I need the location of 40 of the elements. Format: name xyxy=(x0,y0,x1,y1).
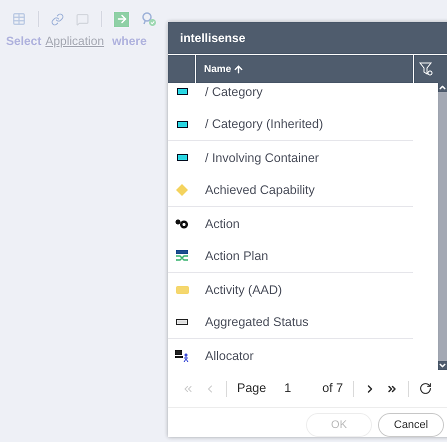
refresh-icon[interactable] xyxy=(419,382,432,396)
page-count: of 7 xyxy=(322,380,344,398)
item-label: / Category (Inherited) xyxy=(205,116,324,133)
scroll-down-icon[interactable] xyxy=(438,361,447,370)
search-check-icon[interactable] xyxy=(141,11,157,27)
box-icon xyxy=(176,88,188,96)
item-label: Activity (AAD) xyxy=(205,282,282,299)
list-item[interactable]: Action Plan xyxy=(168,240,413,274)
list-item[interactable]: / Involving Container xyxy=(168,141,413,174)
page-label: Page xyxy=(237,380,266,398)
item-label: Action Plan xyxy=(205,248,268,265)
page-input[interactable]: 1 xyxy=(276,379,312,398)
item-label: Action xyxy=(205,216,240,232)
list-item[interactable]: / Category xyxy=(168,83,413,108)
list-item[interactable]: Achieved Capability xyxy=(168,174,413,208)
list-item[interactable]: / Category (Inherited) xyxy=(168,108,413,142)
item-label: Allocator xyxy=(205,348,254,364)
plan-icon xyxy=(176,250,188,262)
dialog-title: intellisense xyxy=(168,22,447,54)
diamond-icon xyxy=(176,184,188,196)
item-label: Aggregated Status xyxy=(205,314,309,331)
box-icon xyxy=(176,154,188,162)
scroll-up-icon[interactable] xyxy=(438,83,447,92)
person-computer-icon xyxy=(175,350,189,362)
rectangle-icon xyxy=(176,319,188,326)
scrollbar[interactable] xyxy=(438,83,447,370)
select-label: Select xyxy=(6,33,42,50)
table-icon[interactable] xyxy=(12,12,26,26)
list-item[interactable]: Action xyxy=(168,207,413,240)
rectangle-icon xyxy=(176,286,188,294)
list-item[interactable]: Aggregated Status xyxy=(168,306,413,340)
item-label: / Category xyxy=(205,84,263,101)
dialog-button[interactable]: Cancel xyxy=(378,413,444,437)
list-item[interactable]: Activity (AAD) xyxy=(168,273,413,306)
link-icon[interactable] xyxy=(51,12,64,26)
where-label: where xyxy=(112,33,147,50)
item-label: Achieved Capability xyxy=(205,182,315,199)
item-label: / Involving Container xyxy=(205,150,319,167)
list-item[interactable]: Allocator xyxy=(168,339,413,370)
box-icon xyxy=(176,120,188,128)
